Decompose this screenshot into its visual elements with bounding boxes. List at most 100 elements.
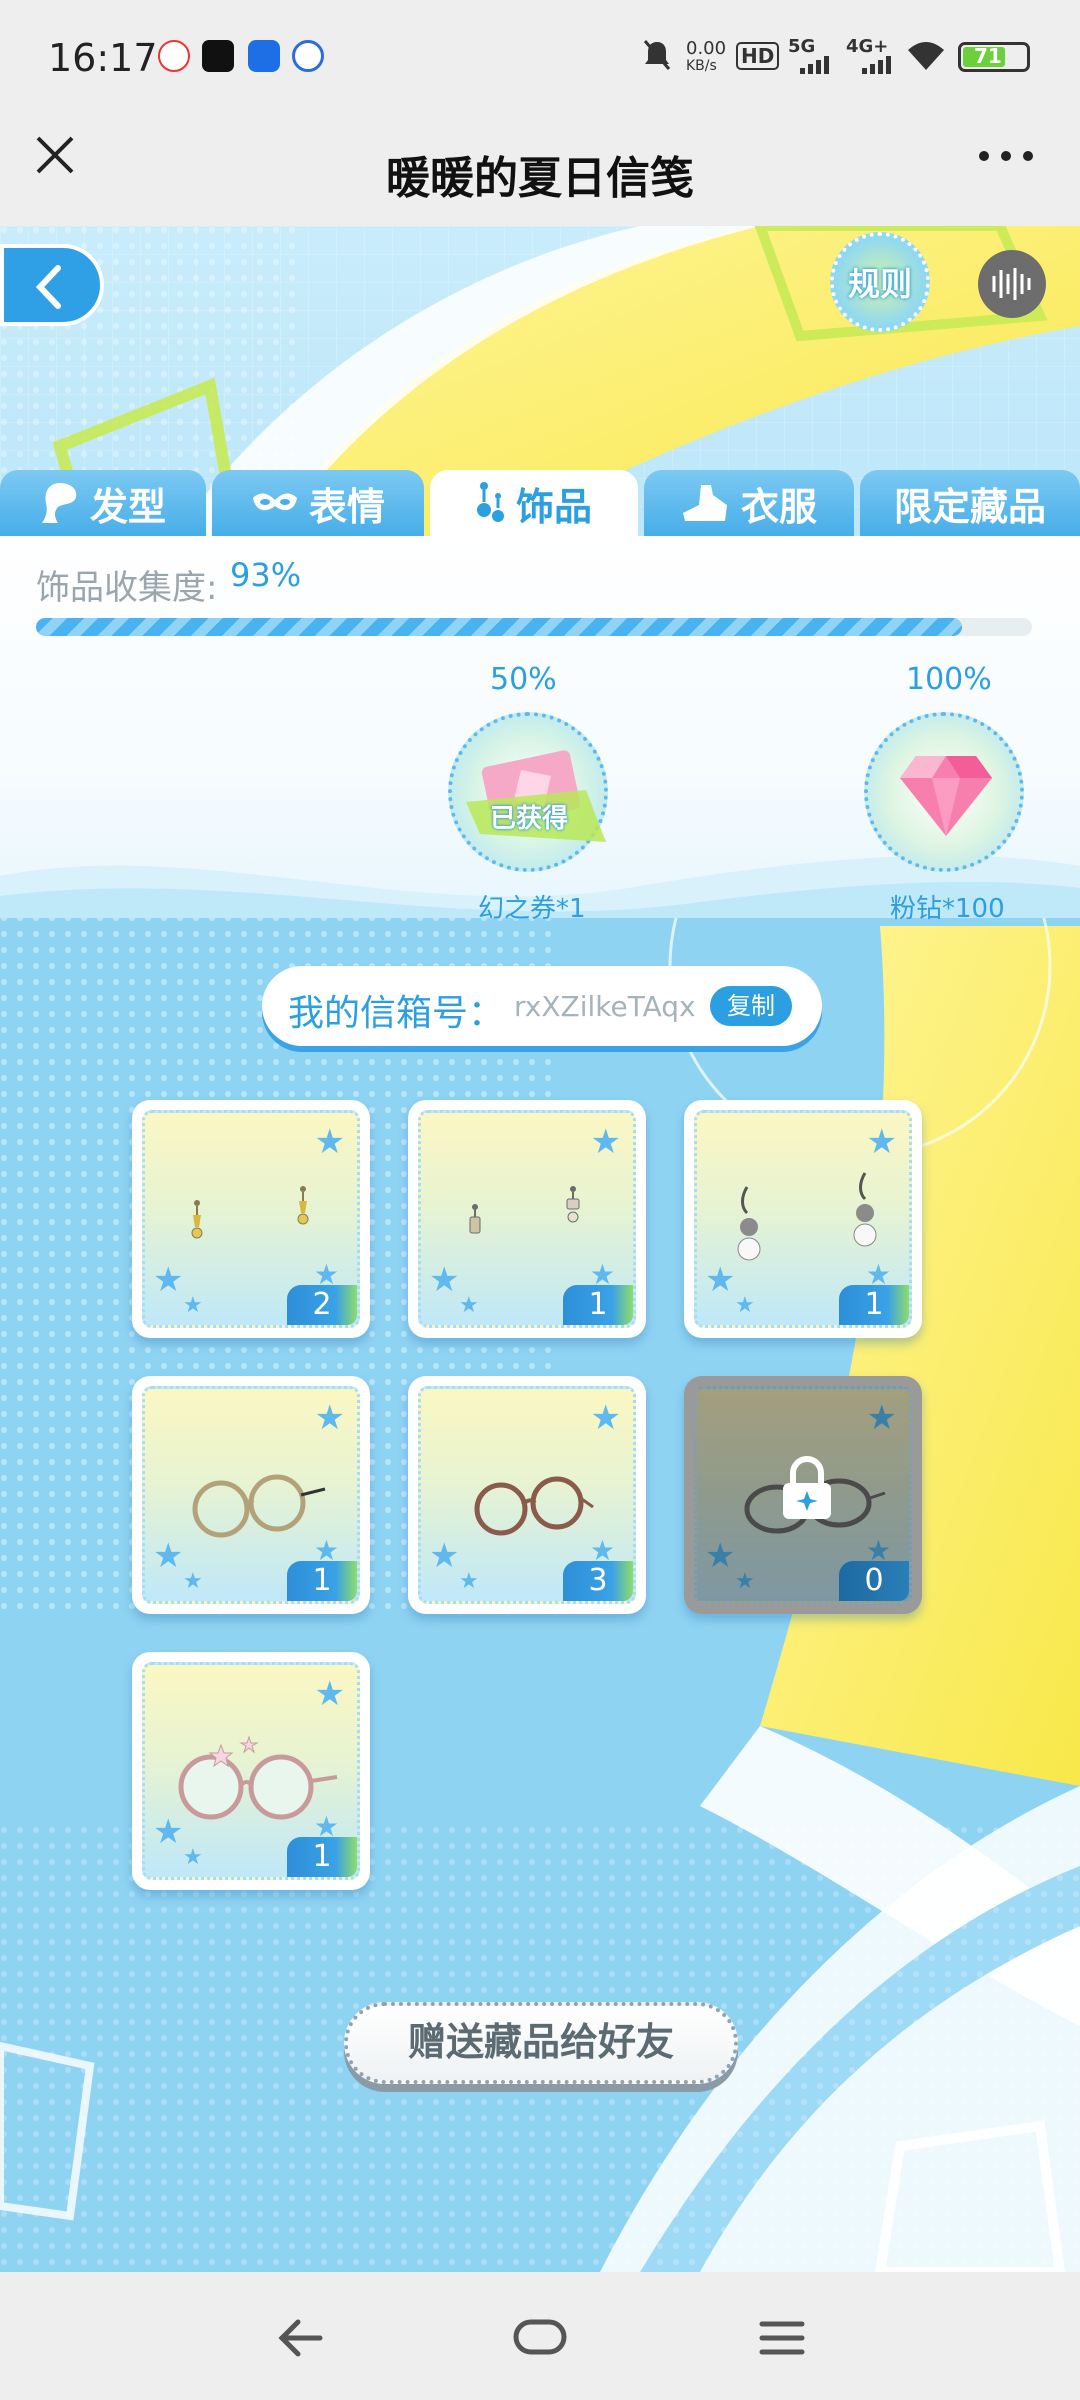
collection-percent: 93%: [230, 556, 302, 594]
sound-wave-icon: [992, 268, 1031, 300]
item-count-badge: 1: [563, 1285, 633, 1325]
tab-accessories[interactable]: 饰品: [430, 470, 638, 536]
baidu-icon: [292, 40, 324, 72]
tab-label: 限定藏品: [893, 484, 1046, 529]
star-icon: ★: [314, 1122, 345, 1162]
tab-label: 衣服: [740, 484, 817, 529]
item-count-badge: 2: [287, 1285, 357, 1325]
star-icon: ★: [183, 1293, 203, 1318]
net-unit: KB/s: [686, 58, 717, 74]
mailbox-label: 我的信箱号：: [288, 993, 505, 1034]
hd-badge: HD: [736, 42, 780, 70]
mute-icon: [642, 38, 672, 72]
tab-hair[interactable]: 发型: [0, 470, 206, 536]
milestone-reward-label: 幻之券*1: [478, 894, 586, 924]
star-icon: ★: [866, 1122, 897, 1162]
star-icon: ★: [153, 1260, 184, 1300]
star-icon: ★: [590, 1398, 621, 1438]
lock-icon: [783, 1456, 831, 1519]
earring-icon: [476, 482, 504, 522]
item-card-gold-earrings[interactable]: ★ ★ ★ ★ 2: [132, 1100, 370, 1338]
audio-button[interactable]: [978, 250, 1046, 318]
weibo-icon: [158, 40, 190, 72]
item-card-brown-round-glasses[interactable]: ★ ★ ★ ★ 3: [408, 1376, 646, 1614]
status-time: 16:17: [48, 36, 158, 80]
tab-label: 表情: [308, 484, 385, 529]
tiktok-icon: [202, 40, 234, 72]
tab-label: 饰品: [515, 484, 592, 529]
tab-label: 发型: [89, 484, 166, 529]
chevron-left-icon: [35, 265, 61, 309]
pearl-earrings-icon: [737, 1172, 877, 1261]
mask-icon: [252, 493, 297, 511]
pink-diamond-icon: [900, 756, 992, 836]
star-icon: ★: [735, 1293, 755, 1318]
status-bar: 16:17 0.00 KB/s HD 5G 4G+ 71: [0, 0, 1080, 120]
system-nav-bar: [0, 2272, 1080, 2400]
item-card-pearl-earrings[interactable]: ★ ★ ★ ★ 1: [684, 1100, 922, 1338]
star-icon: ★: [590, 1122, 621, 1162]
item-count-badge: 3: [563, 1561, 633, 1601]
milestone-threshold: 50%: [490, 662, 557, 697]
browser-icon: [248, 40, 280, 72]
more-icon[interactable]: [976, 146, 1036, 166]
star-glasses-icon: [178, 1735, 338, 1820]
claimed-label: 已获得: [490, 804, 569, 834]
gift-to-friend-button[interactable]: 赠送藏品给好友: [344, 2002, 738, 2084]
milestone-threshold: 100%: [906, 662, 992, 697]
star-icon: ★: [705, 1536, 736, 1576]
star-icon: ★: [183, 1845, 203, 1870]
rules-button[interactable]: 规则: [830, 232, 930, 332]
milestone-reward-label: 粉钻*100: [890, 894, 1005, 924]
rules-label: 规则: [847, 265, 912, 303]
nav-home-icon[interactable]: [510, 2312, 570, 2362]
star-icon: ★: [183, 1569, 203, 1594]
net-speed: 0.00: [686, 38, 727, 59]
battery-level: 71: [974, 44, 1002, 68]
tab-limited[interactable]: 限定藏品: [860, 470, 1080, 536]
copy-button[interactable]: 复制: [710, 986, 792, 1026]
item-card-gold-round-glasses[interactable]: ★ ★ ★ ★ 1: [132, 1376, 370, 1614]
back-button[interactable]: [0, 244, 104, 326]
tab-expression[interactable]: 表情: [212, 470, 424, 536]
item-card-chain-glasses[interactable]: ★ ★ ★ ★ 0: [684, 1376, 922, 1614]
clothes-icon: [682, 485, 727, 521]
signal-icon: [800, 54, 836, 78]
item-card-star-glasses[interactable]: ★ ★ ★ ★ 1: [132, 1652, 370, 1890]
star-icon: ★: [429, 1536, 460, 1576]
nav-back-icon[interactable]: [270, 2308, 330, 2368]
milestone-reward-100[interactable]: [864, 712, 1024, 872]
signal-icon-2: [862, 54, 898, 78]
star-icon: ★: [459, 1569, 479, 1594]
star-icon: ★: [459, 1293, 479, 1318]
milestone-reward-50[interactable]: 已获得: [448, 712, 608, 872]
mailbox-code: rxXZilkeTAqx: [514, 990, 696, 1023]
charm-earrings-icon: [469, 1186, 580, 1234]
gold-glasses-icon: [192, 1474, 326, 1538]
item-count-badge: 1: [287, 1561, 357, 1601]
page-title: 暖暖的夏日信笺: [386, 153, 694, 204]
star-icon: ★: [429, 1260, 460, 1300]
star-icon: ★: [153, 1536, 184, 1576]
wifi-icon: [906, 40, 946, 76]
brown-glasses-icon: [474, 1476, 594, 1536]
tab-clothes[interactable]: 衣服: [644, 470, 854, 536]
item-count-badge: 0: [839, 1561, 909, 1601]
event-page: 规则 发型 表情 饰品 衣服 限定藏品 饰品收集度: 93% 50% 已获得 幻…: [0, 226, 1080, 2272]
title-bar: 暖暖的夏日信笺: [0, 120, 1080, 226]
collection-progress-fill: [36, 618, 963, 636]
collection-label: 饰品收集度:: [36, 568, 218, 608]
mailbox-bar: 我的信箱号： rxXZilkeTAqx 复制: [262, 966, 822, 1046]
collection-progress-track: [36, 618, 1032, 636]
hair-icon: [41, 483, 77, 523]
star-icon: ★: [314, 1674, 345, 1714]
gift-button-label: 赠送藏品给好友: [407, 2020, 674, 2064]
nav-menu-icon[interactable]: [752, 2308, 812, 2368]
item-count-badge: 1: [287, 1837, 357, 1877]
star-icon: ★: [866, 1398, 897, 1438]
item-count-badge: 1: [839, 1285, 909, 1325]
item-card-charm-earrings[interactable]: ★ ★ ★ ★ 1: [408, 1100, 646, 1338]
gold-earrings-icon: [191, 1186, 309, 1239]
collection-panel: 饰品收集度: 93% 50% 已获得 幻之券*1 100% 粉钻*100: [0, 536, 1080, 924]
star-icon: ★: [735, 1569, 755, 1594]
